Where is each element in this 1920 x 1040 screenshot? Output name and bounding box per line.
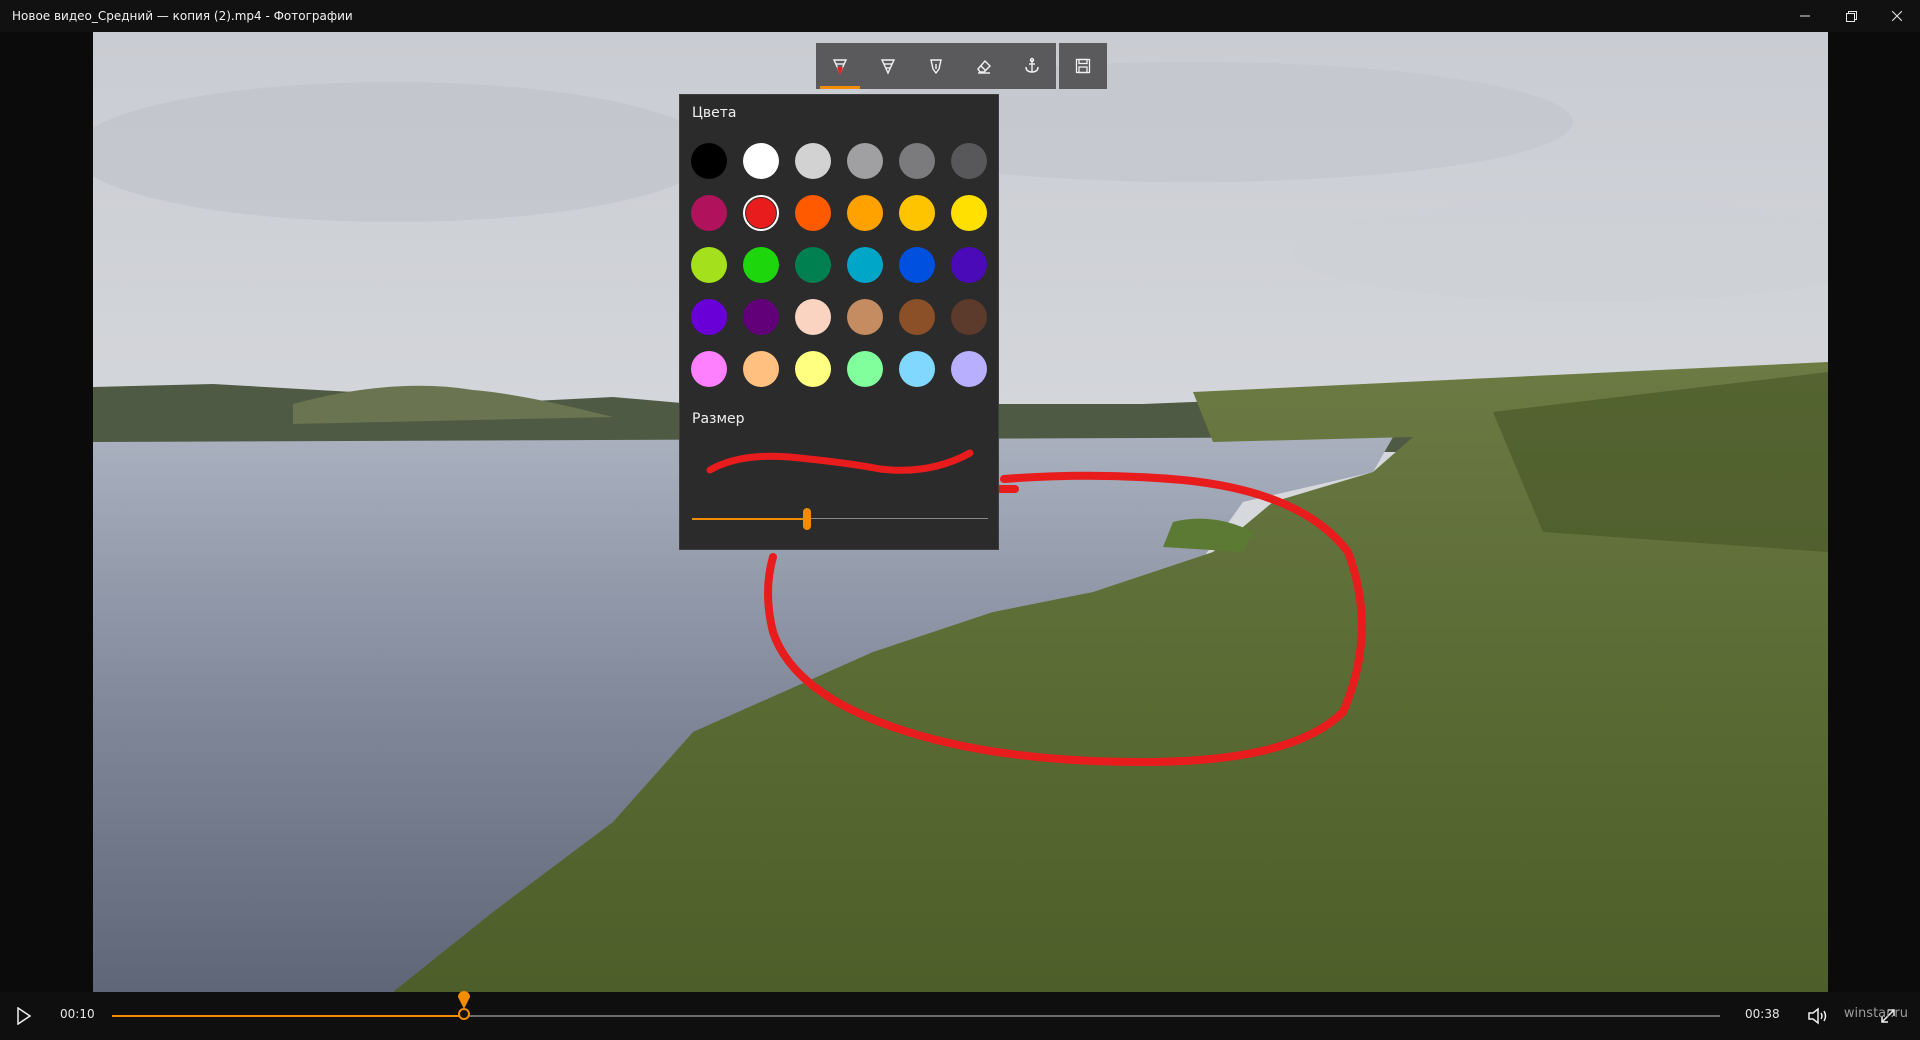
close-button[interactable] (1874, 0, 1920, 32)
color-swatch[interactable] (899, 351, 935, 387)
restore-icon (1845, 10, 1857, 22)
calligraphy-pen-button[interactable] (912, 43, 960, 89)
window-controls (1782, 0, 1920, 32)
color-swatch[interactable] (847, 247, 883, 283)
color-swatch[interactable] (847, 299, 883, 335)
size-slider-thumb[interactable] (803, 508, 811, 530)
color-swatch[interactable] (847, 351, 883, 387)
color-swatch[interactable] (743, 143, 779, 179)
title-bar: Новое видео_Средний — копия (2).mp4 - Фо… (0, 0, 1920, 32)
color-swatch[interactable] (743, 351, 779, 387)
size-slider-fill (692, 518, 807, 520)
ink-tools-group (816, 43, 1056, 89)
color-swatch[interactable] (795, 143, 831, 179)
color-swatch[interactable] (847, 143, 883, 179)
colors-heading: Цвета (692, 105, 737, 121)
size-heading: Размер (692, 411, 745, 427)
color-swatch[interactable] (951, 247, 987, 283)
color-swatch[interactable] (691, 195, 727, 231)
color-swatch[interactable] (951, 143, 987, 179)
restore-button[interactable] (1828, 0, 1874, 32)
minimize-button[interactable] (1782, 0, 1828, 32)
color-swatch[interactable] (899, 195, 935, 231)
calligraphy-pen-icon (930, 59, 942, 75)
anchor-icon (1025, 57, 1039, 73)
color-row (691, 351, 1003, 403)
color-swatch[interactable] (691, 247, 727, 283)
save-icon (1075, 58, 1091, 74)
color-swatch[interactable] (899, 299, 935, 335)
volume-button[interactable] (1806, 1004, 1830, 1028)
seek-bar-played (112, 1015, 464, 1017)
ink-toolbar (816, 43, 1107, 89)
pencil-button[interactable] (864, 43, 912, 89)
watermark: winstar.ru (1843, 1006, 1908, 1021)
color-swatch[interactable] (691, 351, 727, 387)
color-swatch[interactable] (847, 195, 883, 231)
color-swatch[interactable] (743, 299, 779, 335)
ballpoint-pen-button[interactable] (816, 43, 864, 89)
color-swatch[interactable] (743, 247, 779, 283)
anchor-button[interactable] (1008, 43, 1056, 89)
color-swatch[interactable] (795, 299, 831, 335)
minimize-icon (1800, 15, 1810, 17)
eraser-icon (977, 59, 991, 74)
stroke-size-preview (706, 449, 974, 474)
color-swatch[interactable] (951, 351, 987, 387)
color-swatch[interactable] (743, 195, 779, 231)
color-swatch[interactable] (951, 299, 987, 335)
pen-settings-flyout: Цвета Размер (679, 94, 999, 550)
play-button[interactable] (12, 1004, 36, 1028)
window-title: Новое видео_Средний — копия (2).mp4 - Фо… (12, 9, 353, 23)
color-palette (691, 143, 1003, 403)
ballpoint-pen-icon (832, 59, 848, 75)
current-time: 00:10 (60, 1007, 95, 1021)
color-swatch[interactable] (691, 143, 727, 179)
volume-icon (1808, 1007, 1827, 1025)
color-swatch[interactable] (951, 195, 987, 231)
ink-marker-icon[interactable] (455, 988, 473, 1010)
total-time: 00:38 (1745, 1007, 1780, 1021)
pencil-icon (880, 59, 896, 75)
play-icon (17, 1007, 32, 1025)
color-swatch[interactable] (795, 351, 831, 387)
color-swatch[interactable] (899, 143, 935, 179)
color-row (691, 299, 1003, 351)
color-swatch[interactable] (795, 247, 831, 283)
save-ink-button[interactable] (1059, 43, 1107, 89)
size-slider[interactable] (692, 507, 988, 531)
color-swatch[interactable] (795, 195, 831, 231)
color-swatch[interactable] (899, 247, 935, 283)
size-slider-track (807, 518, 988, 519)
seek-bar-remaining (464, 1015, 1720, 1017)
color-row (691, 247, 1003, 299)
eraser-button[interactable] (960, 43, 1008, 89)
color-row (691, 195, 1003, 247)
close-icon (1892, 11, 1902, 21)
color-swatch[interactable] (691, 299, 727, 335)
seek-bar[interactable] (112, 1008, 1720, 1020)
color-row (691, 143, 1003, 195)
playback-bar: 00:10 00:38 winstar.ru (0, 991, 1920, 1040)
